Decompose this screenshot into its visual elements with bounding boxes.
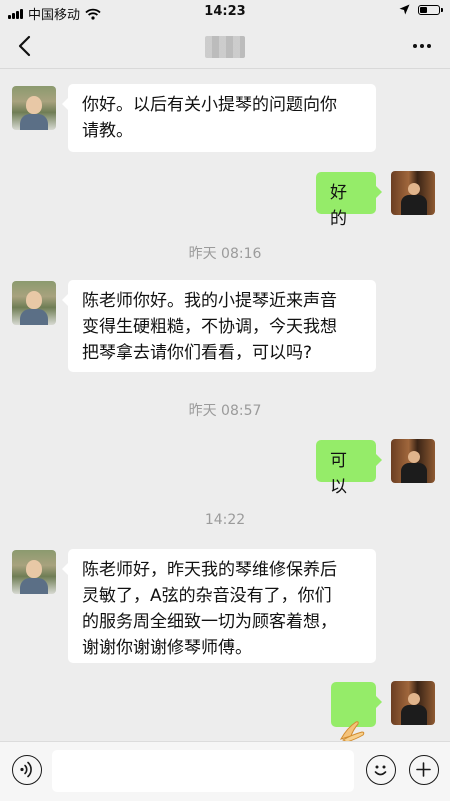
message-bubble-outgoing[interactable] — [331, 682, 382, 745]
message-input[interactable] — [52, 750, 354, 792]
voice-icon[interactable] — [12, 755, 42, 785]
chat-messages[interactable]: 你好。以后有关小提琴的问题向你 请教。 好的 昨天 08:16 陈老师你好。我的… — [0, 69, 450, 745]
back-icon[interactable] — [12, 32, 40, 60]
my-avatar[interactable] — [391, 171, 435, 215]
battery-icon — [418, 4, 443, 15]
message-bubble-incoming[interactable]: 陈老师你好。我的小提琴近来声音 变得生硬粗糙，不协调，今天我想 把琴拿去请你们看… — [62, 280, 376, 372]
message-bubble-incoming[interactable]: 陈老师好，昨天我的琴维修保养后 灵敏了，A弦的杂音没有了，你们 的服务周全细致一… — [62, 549, 376, 663]
timestamp: 14:22 — [204, 512, 246, 528]
smiley-icon[interactable] — [366, 755, 396, 785]
my-avatar[interactable] — [391, 439, 435, 483]
status-right — [399, 4, 443, 15]
status-bar: 中国移动 14:23 — [0, 0, 450, 24]
my-avatar[interactable] — [391, 681, 435, 725]
contact-avatar[interactable] — [12, 550, 56, 594]
message-bubble-outgoing[interactable]: 好的 — [316, 172, 382, 229]
message-bubble-outgoing[interactable]: 可以 — [316, 440, 382, 497]
plus-icon[interactable] — [409, 755, 439, 785]
timestamp: 昨天 08:16 — [188, 246, 262, 262]
timestamp: 昨天 08:57 — [188, 403, 262, 419]
contact-avatar[interactable] — [12, 86, 56, 130]
more-icon[interactable] — [408, 32, 436, 60]
chat-header — [0, 24, 450, 69]
contact-name-obscured — [205, 36, 245, 58]
status-time: 14:23 — [204, 4, 246, 19]
contact-avatar[interactable] — [12, 281, 56, 325]
location-arrow-icon — [399, 4, 410, 15]
message-bubble-incoming[interactable]: 你好。以后有关小提琴的问题向你 请教。 — [62, 84, 376, 152]
input-bar — [0, 741, 450, 801]
